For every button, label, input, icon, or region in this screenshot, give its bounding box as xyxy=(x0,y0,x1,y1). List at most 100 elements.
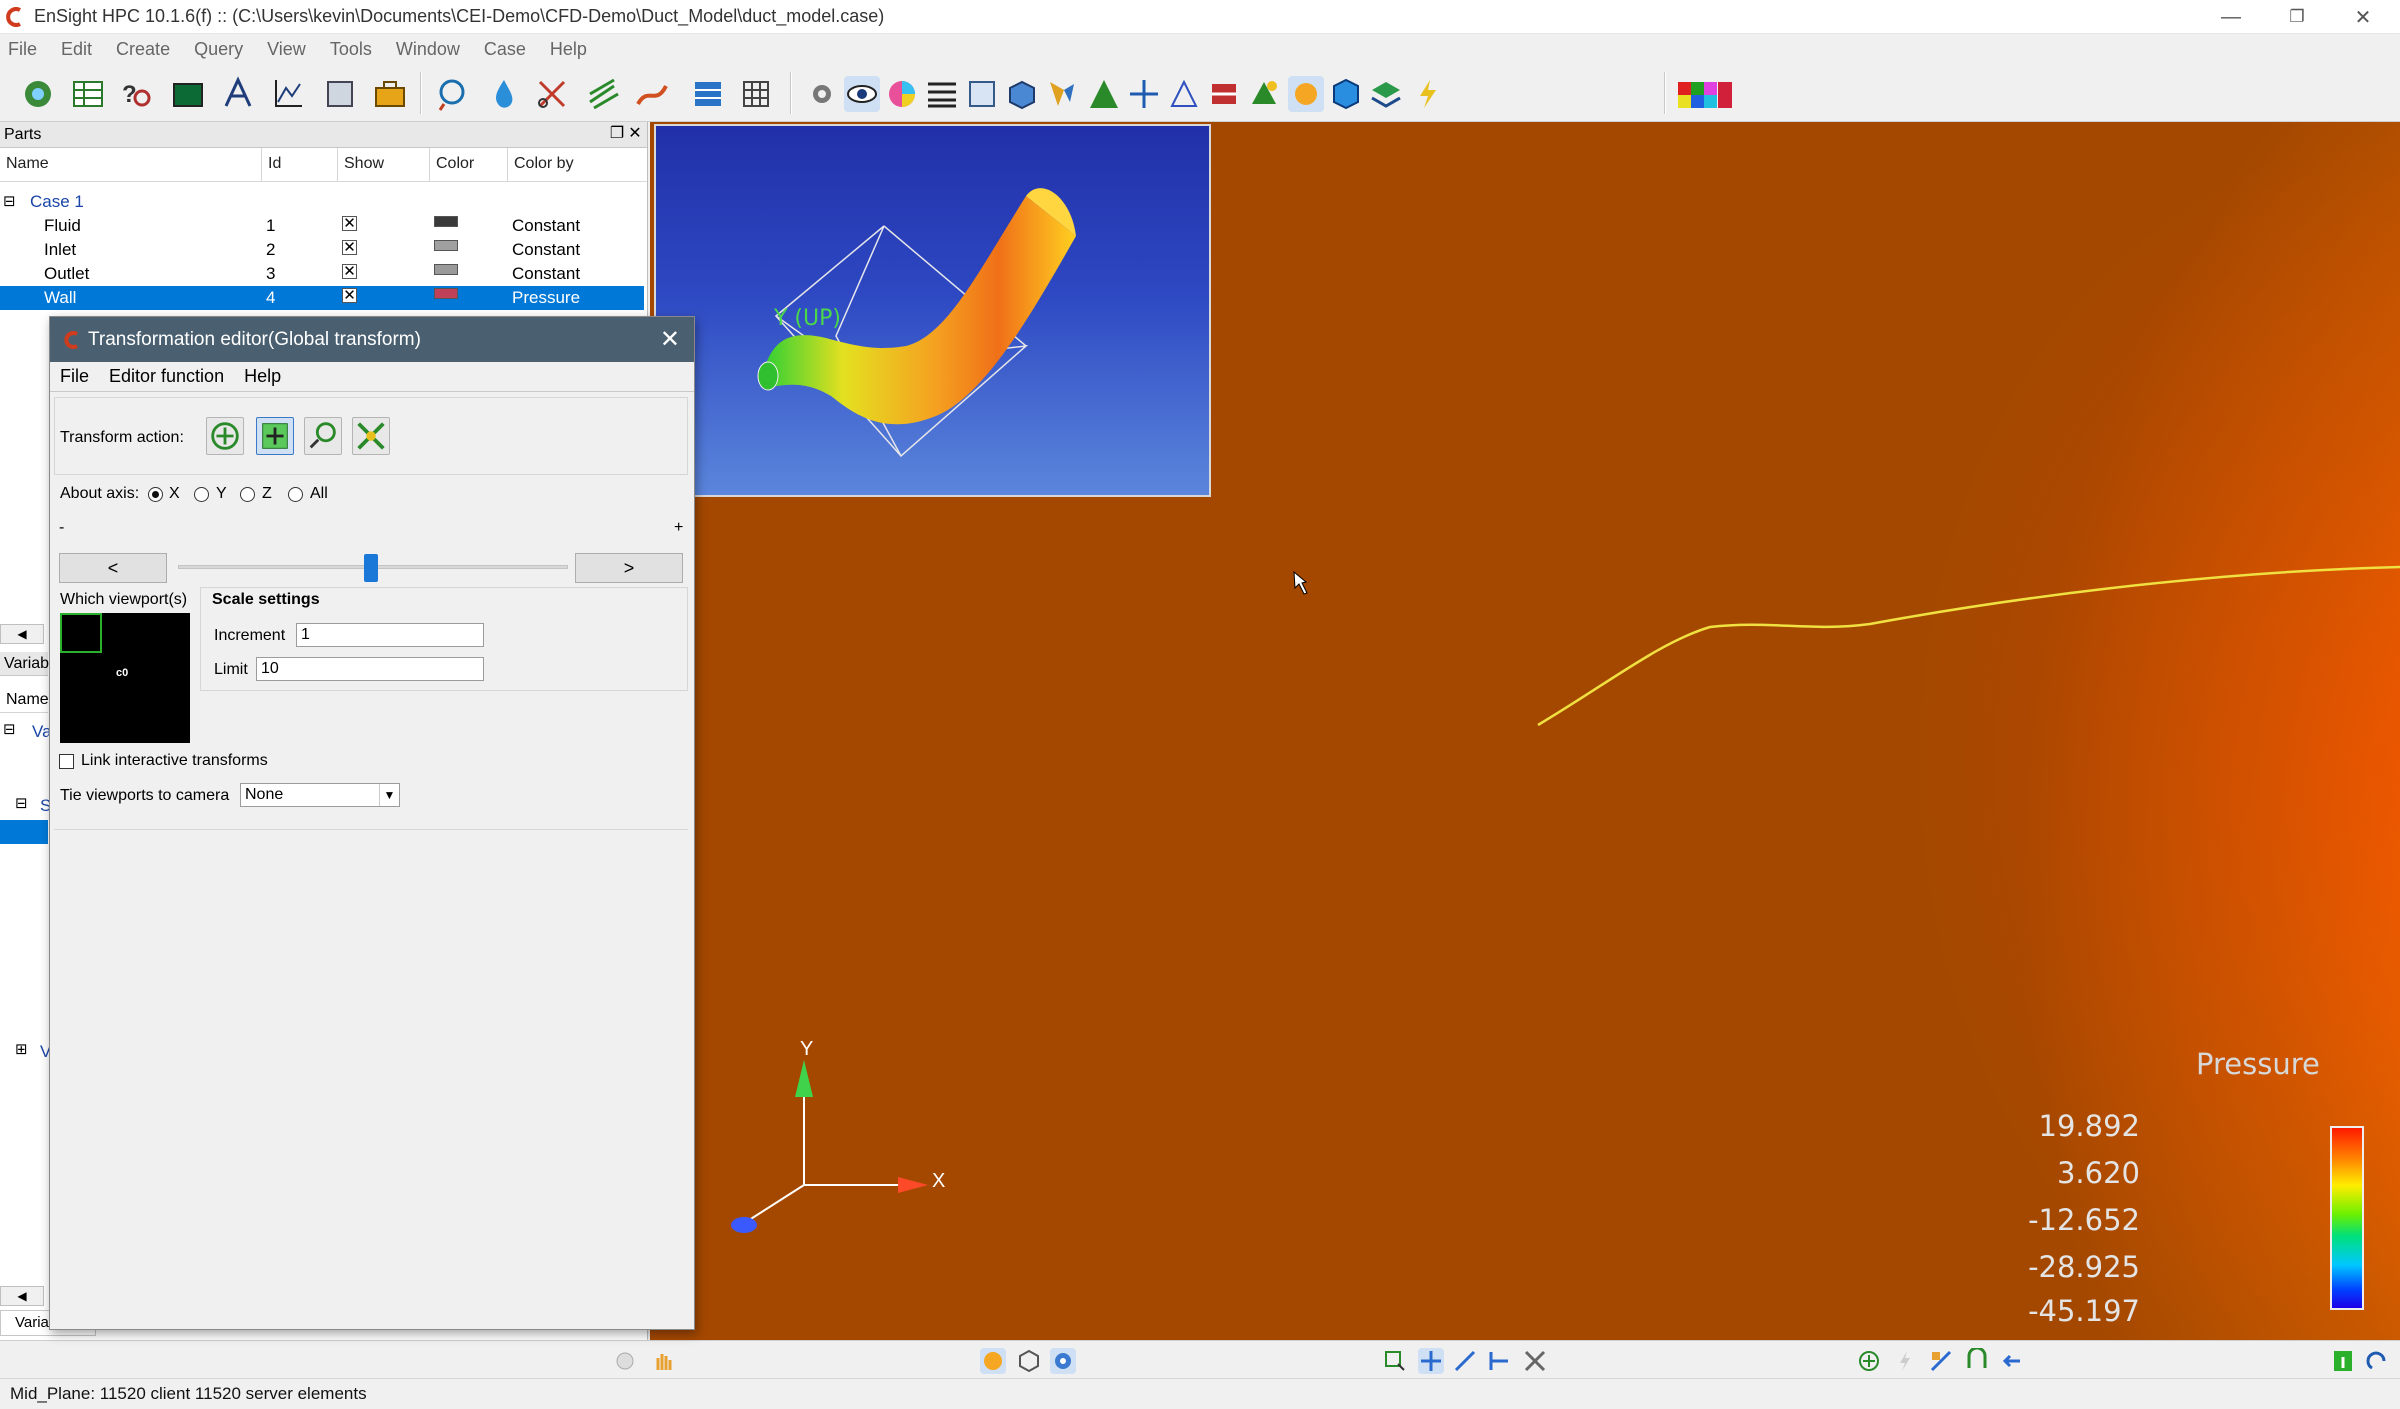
gear-tool-icon[interactable] xyxy=(804,76,840,112)
plotter-tool-icon[interactable] xyxy=(270,76,306,112)
dialog-menu-file[interactable]: File xyxy=(60,366,89,387)
collapse-icon[interactable]: ⊟ xyxy=(3,720,16,738)
dialog-menu-editor-function[interactable]: Editor function xyxy=(109,366,224,387)
dialog-titlebar[interactable]: Transformation editor(Global transform) … xyxy=(50,317,694,362)
axis-x-radio[interactable] xyxy=(148,487,163,502)
part-color-swatch[interactable] xyxy=(434,240,458,251)
axis-all-radio[interactable] xyxy=(288,487,303,502)
node-label-icon[interactable] xyxy=(964,76,1000,112)
arrows-icon[interactable] xyxy=(1126,76,1162,112)
expand-icon[interactable]: ⊞ xyxy=(15,1040,28,1058)
variable-row-selected[interactable] xyxy=(0,820,48,844)
layers-icon[interactable] xyxy=(1368,76,1404,112)
menu-create[interactable]: Create xyxy=(116,39,170,60)
collapse-icon[interactable]: ⊟ xyxy=(3,192,16,210)
menu-help[interactable]: Help xyxy=(550,39,587,60)
part-row[interactable]: Outlet 3 ✕ Constant xyxy=(0,262,644,286)
lightning-icon[interactable] xyxy=(1410,76,1446,112)
show-checkbox[interactable]: ✕ xyxy=(342,240,357,255)
transform-icon[interactable] xyxy=(1928,1348,1954,1374)
color-swatch-icon[interactable] xyxy=(1676,76,1734,112)
profile-tool-icon[interactable] xyxy=(690,76,726,112)
lighting-icon[interactable] xyxy=(1246,76,1282,112)
case-row[interactable]: ⊟ Case 1 xyxy=(0,190,644,214)
fit-view-icon[interactable] xyxy=(1856,1348,1882,1374)
menu-edit[interactable]: Edit xyxy=(61,39,92,60)
close-window-button[interactable]: ✕ xyxy=(2330,0,2396,34)
scroll-left-arrow[interactable]: ◀ xyxy=(0,1286,44,1306)
menu-case[interactable]: Case xyxy=(484,39,526,60)
axis-z-radio[interactable] xyxy=(240,487,255,502)
translate-tool-icon[interactable] xyxy=(1452,1348,1478,1374)
undo-view-icon[interactable] xyxy=(2000,1348,2026,1374)
minimize-button[interactable]: — xyxy=(2198,0,2264,34)
menu-file[interactable]: File xyxy=(8,39,37,60)
viewport-thumb-selected[interactable] xyxy=(60,613,102,653)
zoom-box-icon[interactable] xyxy=(1382,1348,1408,1374)
info-icon[interactable] xyxy=(2330,1348,2356,1374)
menu-tools[interactable]: Tools xyxy=(330,39,372,60)
gear-settings-icon[interactable] xyxy=(1050,1348,1076,1374)
float-panel-icon[interactable]: ❐ xyxy=(608,125,626,143)
help-undo-icon[interactable] xyxy=(2364,1348,2390,1374)
axis-triad-icon[interactable] xyxy=(1166,76,1202,112)
zoom-tool-icon[interactable] xyxy=(1486,1348,1512,1374)
column-color[interactable]: Color xyxy=(430,148,508,181)
scale-action-icon[interactable] xyxy=(304,417,342,455)
part-color-swatch[interactable] xyxy=(434,264,458,275)
variables-name-column[interactable]: Name xyxy=(0,687,49,713)
show-checkbox[interactable]: ✕ xyxy=(342,264,357,279)
show-checkbox[interactable]: ✕ xyxy=(342,216,357,231)
visibility-eye-icon[interactable] xyxy=(844,76,880,112)
table-tool-icon[interactable] xyxy=(70,76,106,112)
increment-input[interactable] xyxy=(296,623,484,647)
isosurface-tool-icon[interactable] xyxy=(486,76,522,112)
axis-y-radio[interactable] xyxy=(194,487,209,502)
triangle-icon[interactable] xyxy=(1086,76,1122,112)
cube-icon[interactable] xyxy=(1328,76,1364,112)
sun-lighting-icon[interactable] xyxy=(1288,76,1324,112)
clip-tool-icon[interactable] xyxy=(534,76,570,112)
column-color-by[interactable]: Color by xyxy=(508,148,644,181)
parts-tool-icon[interactable] xyxy=(20,76,56,112)
pick-tool-icon[interactable] xyxy=(1522,1348,1548,1374)
shading-icon[interactable] xyxy=(1044,76,1080,112)
restore-button[interactable]: ❐ xyxy=(2264,0,2330,34)
tie-viewports-select[interactable]: None ▼ xyxy=(240,783,400,807)
contour-tool-icon[interactable] xyxy=(434,76,470,112)
hidden-line-icon[interactable] xyxy=(1206,76,1242,112)
annotation-tool-icon[interactable] xyxy=(220,76,256,112)
reset-view-icon[interactable] xyxy=(1964,1348,1990,1374)
book-tool-icon[interactable] xyxy=(322,76,358,112)
limit-input[interactable] xyxy=(256,657,484,681)
part-row[interactable]: Inlet 2 ✕ Constant xyxy=(0,238,644,262)
viewport-tool-icon[interactable] xyxy=(170,76,206,112)
decrement-button[interactable]: < xyxy=(59,553,167,583)
scroll-left-arrow[interactable]: ◀ xyxy=(0,624,44,644)
viewport-selector[interactable]: c0 xyxy=(60,613,190,743)
dialog-menu-help[interactable]: Help xyxy=(244,366,281,387)
legend-color-bar[interactable] xyxy=(2330,1126,2364,1310)
collapse-icon[interactable]: ⊟ xyxy=(15,794,28,812)
part-row-selected[interactable]: Wall 4 ✕ Pressure xyxy=(0,286,644,310)
show-checkbox[interactable]: ✕ xyxy=(342,288,357,303)
vector-arrows-tool-icon[interactable] xyxy=(586,76,622,112)
link-transforms-checkbox[interactable] xyxy=(59,754,74,769)
rotate-action-icon[interactable] xyxy=(206,417,244,455)
column-show[interactable]: Show xyxy=(338,148,430,181)
rotate-tool-icon[interactable] xyxy=(1418,1348,1444,1374)
translate-action-icon[interactable] xyxy=(256,417,294,455)
reset-action-icon[interactable] xyxy=(352,417,390,455)
inset-viewport[interactable]: Y (UP) xyxy=(654,124,1211,497)
color-palette-icon[interactable] xyxy=(884,76,920,112)
lightning-small-icon[interactable] xyxy=(1892,1348,1918,1374)
wireframe-mode-icon[interactable] xyxy=(1016,1348,1042,1374)
increment-button[interactable]: > xyxy=(575,553,683,583)
record-icon[interactable] xyxy=(612,1348,638,1374)
part-color-swatch[interactable] xyxy=(434,216,458,227)
toolbox-tool-icon[interactable] xyxy=(372,76,408,112)
menu-window[interactable]: Window xyxy=(396,39,460,60)
line-width-icon[interactable] xyxy=(924,76,960,112)
transform-slider-handle[interactable] xyxy=(364,554,378,582)
query-tool-icon[interactable]: ? xyxy=(118,76,154,112)
